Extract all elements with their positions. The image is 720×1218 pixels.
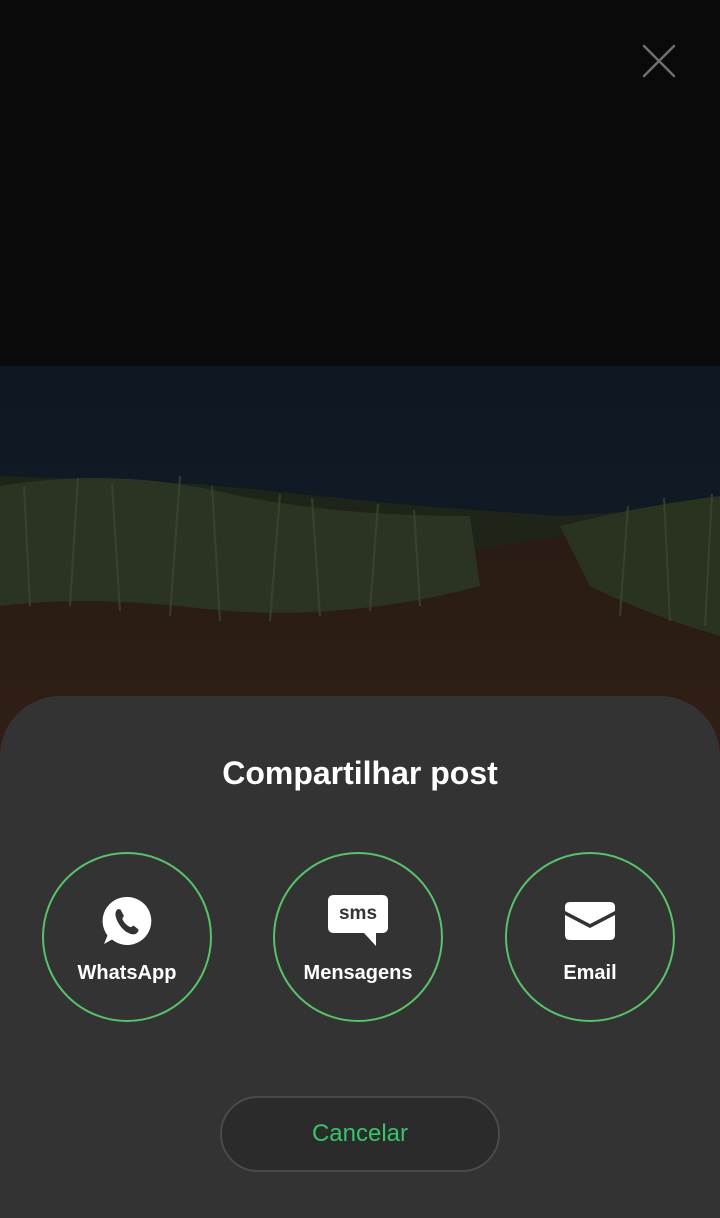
whatsapp-icon [102,896,152,945]
close-button[interactable] [636,38,682,84]
sms-icon: sms [328,895,388,946]
share-sheet-title: Compartilhar post [222,755,498,791]
share-messages-label: Mensagens [303,962,413,984]
close-icon [642,44,676,78]
share-whatsapp-label: WhatsApp [77,962,177,984]
share-whatsapp-button[interactable]: WhatsApp [42,852,212,1022]
share-email-button[interactable]: Email [505,852,675,1022]
share-email-label: Email [563,962,617,984]
top-dark-area [0,0,720,366]
sms-icon-text: sms [339,903,377,924]
cancel-button[interactable]: Cancelar [220,1096,500,1172]
share-messages-button[interactable]: sms Mensagens [273,852,443,1022]
email-icon [565,902,615,940]
